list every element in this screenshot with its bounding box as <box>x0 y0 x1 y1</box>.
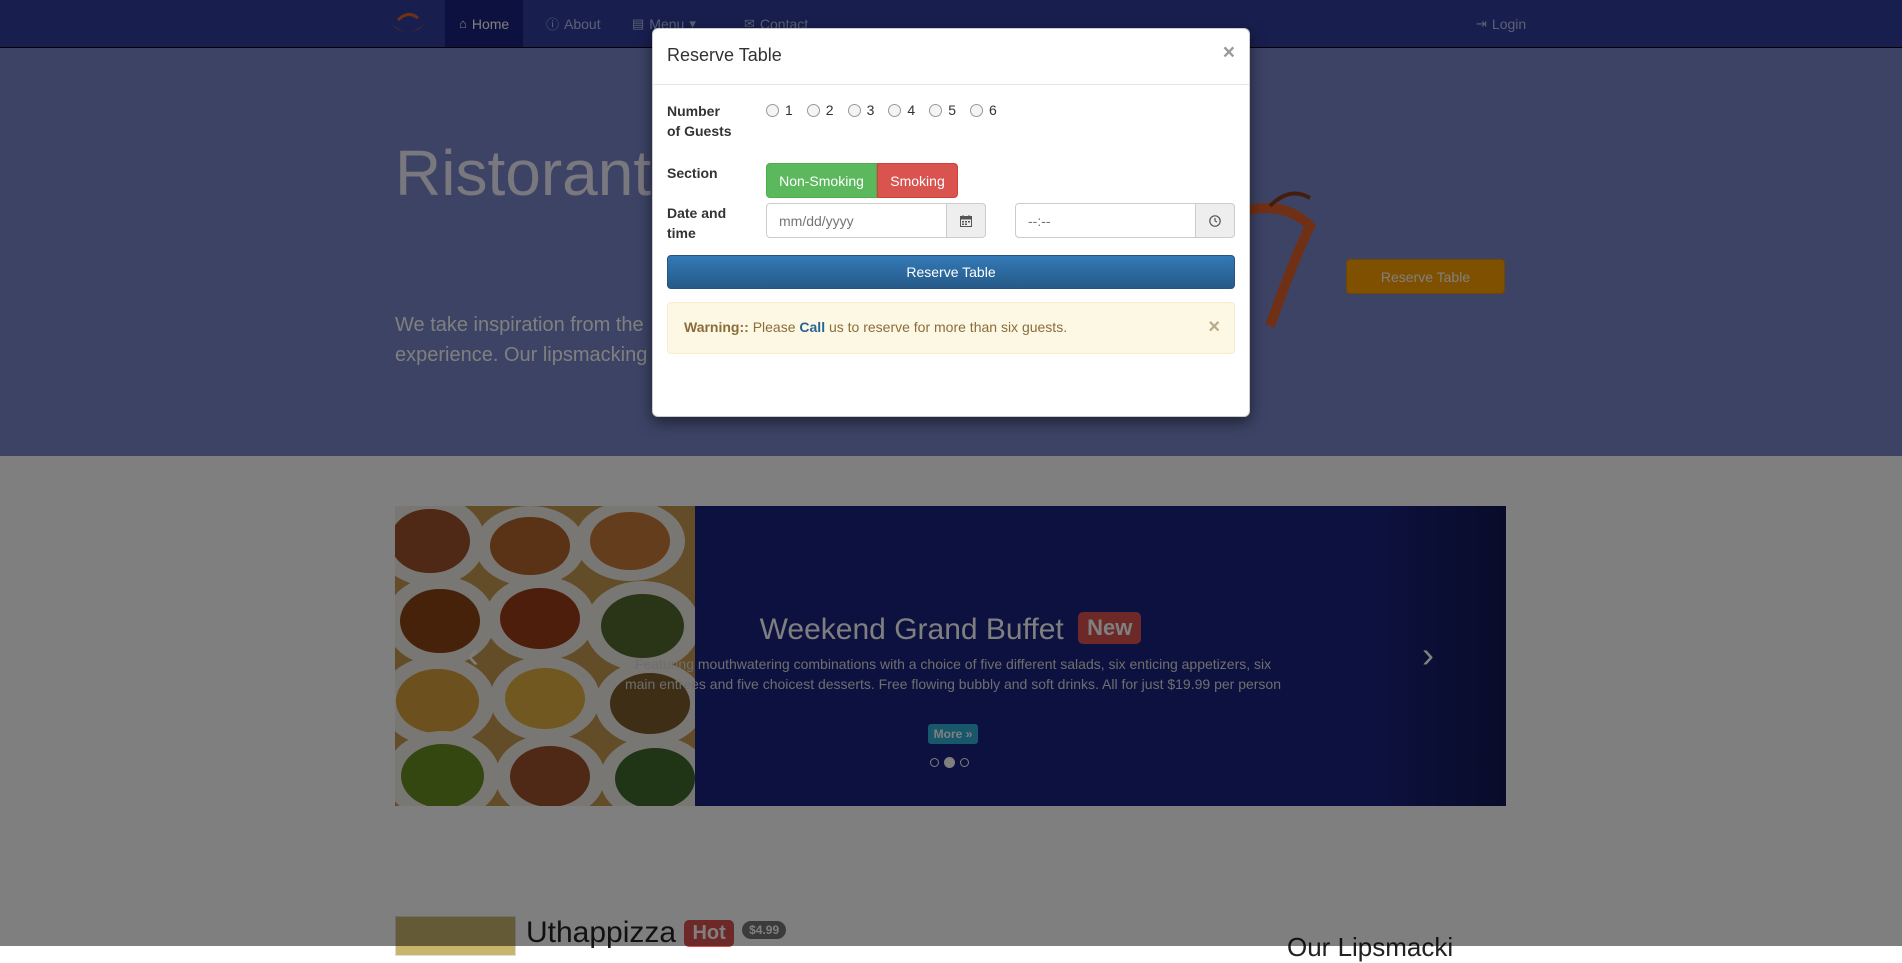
guests-label-line2: of Guests <box>667 123 732 139</box>
radio-button[interactable] <box>929 103 943 117</box>
non-smoking-button[interactable]: Non-Smoking <box>766 163 877 198</box>
calendar-icon[interactable] <box>947 203 986 238</box>
modal-header: Reserve Table × <box>653 29 1249 85</box>
alert-close-icon[interactable]: × <box>1208 316 1220 339</box>
alert-text-pre: Please <box>748 319 800 335</box>
radio-button[interactable] <box>806 103 820 117</box>
modal-title: Reserve Table <box>667 45 782 65</box>
radio-button[interactable] <box>847 103 861 117</box>
guests-label: Number of Guests <box>667 101 732 141</box>
alert-text-post: us to reserve for more than six guests. <box>825 319 1068 335</box>
date-input-group <box>766 203 986 238</box>
alert-text: Warning:: Please Call us to reserve for … <box>684 319 1067 335</box>
warning-alert: Warning:: Please Call us to reserve for … <box>667 302 1235 354</box>
date-input[interactable] <box>766 203 947 238</box>
guests-option-label: 5 <box>948 102 956 118</box>
guests-option-label: 2 <box>825 102 834 118</box>
reserve-table-submit-button[interactable]: Reserve Table <box>667 255 1235 289</box>
guests-option-3[interactable]: 3 <box>847 102 875 118</box>
guests-option-1[interactable]: 1 <box>766 102 793 118</box>
datetime-label-line1: Date and <box>667 205 727 221</box>
time-input[interactable] <box>1015 203 1196 238</box>
datetime-label: Date and time <box>667 203 726 243</box>
guests-option-label: 6 <box>988 102 997 118</box>
radio-button[interactable] <box>888 103 902 117</box>
guests-option-label: 1 <box>785 102 793 118</box>
guests-option-4[interactable]: 4 <box>888 102 915 118</box>
guests-option-6[interactable]: 6 <box>969 102 997 118</box>
radio-button[interactable] <box>969 103 983 117</box>
guests-option-2[interactable]: 2 <box>806 102 834 118</box>
smoking-button[interactable]: Smoking <box>877 163 958 198</box>
alert-strong: Warning:: <box>684 319 749 335</box>
close-icon[interactable]: × <box>1223 41 1235 65</box>
section-label: Section <box>667 165 718 181</box>
reserve-table-modal: Reserve Table × Number of Guests 1 2 3 4… <box>652 28 1250 417</box>
call-link[interactable]: Call <box>799 319 825 335</box>
section-button-group: Non-Smoking Smoking <box>766 163 958 198</box>
datetime-label-line2: time <box>667 225 696 241</box>
guests-radio-group: 1 2 3 4 5 6 <box>766 102 997 118</box>
guests-label-line1: Number <box>667 103 720 119</box>
guests-option-5[interactable]: 5 <box>929 102 956 118</box>
radio-button[interactable] <box>766 103 779 117</box>
guests-option-label: 4 <box>907 102 916 118</box>
clock-icon[interactable] <box>1196 203 1235 238</box>
time-input-group <box>1015 203 1235 238</box>
guests-option-label: 3 <box>866 102 875 118</box>
